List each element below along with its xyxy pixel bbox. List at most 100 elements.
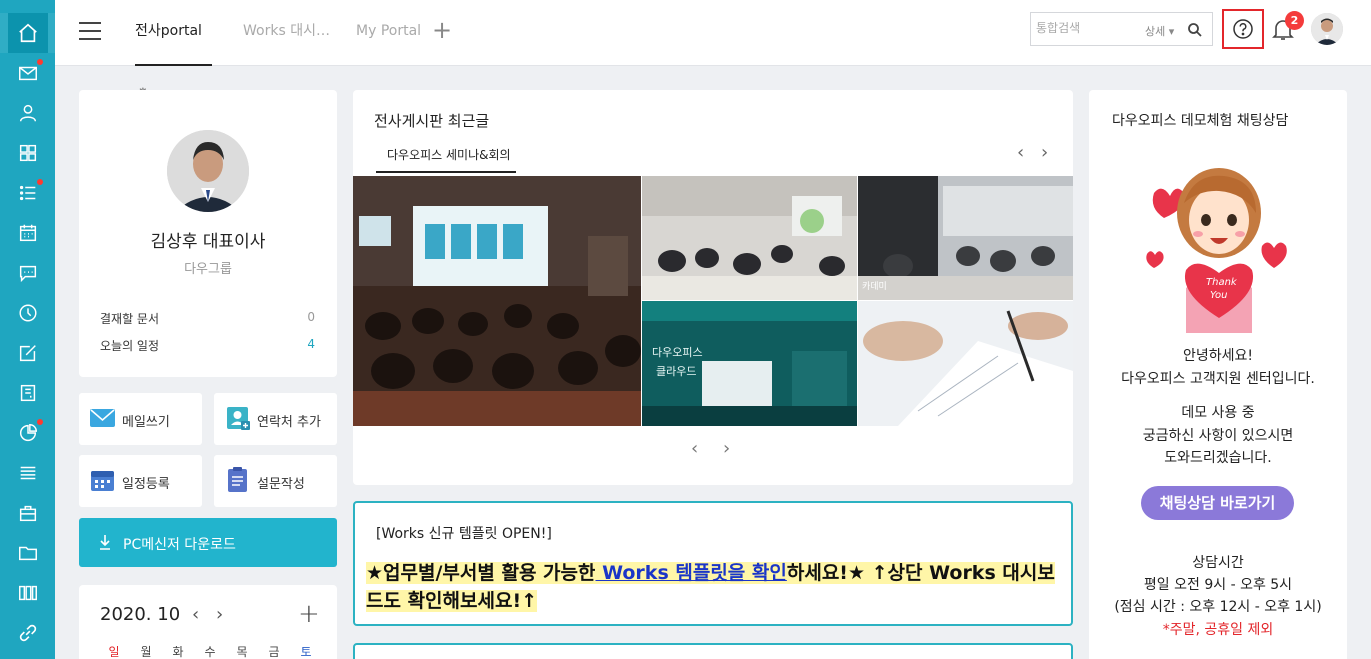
calendar-add-icon [91, 471, 114, 491]
illust-text: You [1210, 290, 1227, 301]
top-bar: 전사portal⚙ Works 대시… My Portal + 상세 ▾ 2 [55, 0, 1371, 101]
briefcase-icon [19, 505, 36, 522]
photo-caption: 클라우드 [656, 365, 696, 378]
weekday-wed: 수 [204, 645, 216, 659]
chat-icon [19, 265, 36, 283]
search-detail-dropdown[interactable]: 상세 ▾ [1145, 23, 1174, 39]
quick-mail-write-button[interactable]: 메일쓰기 [79, 393, 202, 445]
search-icon[interactable] [1187, 22, 1203, 38]
clock-icon [18, 304, 37, 322]
rail-link[interactable] [0, 613, 55, 653]
quick-calendar-add-button[interactable]: 일정등록 [79, 455, 202, 507]
menu-toggle-icon[interactable] [79, 22, 101, 42]
rail-home[interactable] [0, 13, 55, 53]
contact-add-icon [227, 407, 250, 430]
tab-my-portal[interactable]: My Portal [356, 0, 421, 66]
board-photo-academy[interactable]: 카데미 [858, 176, 1073, 300]
quick-label: 일정등록 [122, 477, 170, 492]
pc-messenger-label: PC메신저 다운로드 [123, 537, 236, 553]
rail-briefcase[interactable] [0, 493, 55, 533]
calendar-add-button[interactable]: + [298, 599, 320, 629]
board-photo-seminar[interactable] [353, 176, 641, 426]
mail-write-icon [90, 409, 115, 427]
stat-today-schedule[interactable]: 오늘의 일정 4 [100, 337, 315, 354]
global-search: 상세 ▾ [1030, 12, 1213, 46]
weekday-fri: 금 [268, 645, 280, 659]
stat-value: 0 [307, 310, 315, 324]
thank-you-illustration: Thank You [1144, 158, 1294, 333]
chat-message: 궁금하신 사항이 있으시면 [1142, 428, 1294, 444]
chat-greeting: 다우오피스 고객지원 센터입니다. [1121, 371, 1315, 387]
chat-hours-title: 상담시간 [1192, 555, 1244, 571]
quick-contact-add-button[interactable]: 연락처 추가 [214, 393, 337, 445]
tab-company-portal[interactable]: 전사portal⚙ [135, 0, 212, 101]
tab-label: My Portal [356, 23, 422, 39]
board-photo-meeting-room[interactable] [642, 176, 857, 300]
stat-label: 결재할 문서 [100, 312, 160, 326]
calendar-month-title: 2020. 10 [100, 604, 181, 625]
rail-mail[interactable] [0, 53, 55, 93]
profile-name: 김상후 대표이사 [150, 232, 266, 252]
tasks-unread-dot [37, 179, 43, 185]
edit-icon [19, 345, 36, 362]
rail-apps[interactable] [0, 133, 55, 173]
rail-folder[interactable] [0, 533, 55, 573]
company-board-card: 전사게시판 최근글 다우오피스 세미나&회의 ‹ › 카데미 다우오피스 클라우… [353, 90, 1073, 485]
notice-text: ★업무별/부서별 활용 가능한 [366, 562, 596, 584]
profile-org: 다우그룹 [184, 262, 232, 277]
chat-hours: 평일 오전 9시 - 오후 5시 [1143, 577, 1293, 593]
rail-board[interactable] [0, 453, 55, 493]
rail-approval[interactable] [0, 373, 55, 413]
board-next-page[interactable]: › [723, 438, 730, 459]
board-tab-seminar[interactable]: 다우오피스 세미나&회의 [376, 145, 516, 173]
chat-hours-note: *주말, 공휴일 제외 [1162, 622, 1274, 638]
tab-works-dashboard[interactable]: Works 대시… [243, 0, 330, 66]
board-prev-page[interactable]: ‹ [691, 438, 698, 459]
add-tab-button[interactable]: + [432, 18, 452, 42]
rail-tasks[interactable] [0, 173, 55, 213]
notice-body: ★업무별/부서별 활용 가능한 Works 템플릿을 확인하세요!★ ↑상단 W… [366, 559, 1056, 615]
quick-label: 설문작성 [257, 477, 305, 492]
chat-consult-button[interactable]: 채팅상담 바로가기 [1141, 486, 1294, 520]
board-photo-documents[interactable] [858, 301, 1073, 426]
board-title: 전사게시판 최근글 [374, 112, 490, 130]
illust-text: Thank [1206, 277, 1238, 288]
board-photo-exhibition[interactable]: 다우오피스 클라우드 [642, 301, 857, 426]
quick-survey-write-button[interactable]: 설문작성 [214, 455, 337, 507]
rail-columns[interactable] [0, 573, 55, 613]
user-avatar[interactable] [1311, 13, 1343, 45]
notification-count-badge: 2 [1285, 11, 1304, 30]
board-next-tab[interactable]: › [1041, 142, 1048, 163]
quick-label: 메일쓰기 [122, 415, 170, 430]
survey-icon [19, 424, 37, 442]
survey-write-icon [228, 467, 247, 492]
pc-messenger-download-button[interactable]: PC메신저 다운로드 [79, 518, 337, 567]
rail-clock[interactable] [0, 293, 55, 333]
works-template-link[interactable]: Works 템플릿을 확인 [595, 562, 787, 584]
profile-avatar [167, 130, 249, 212]
tab-label: 전사portal [135, 23, 202, 39]
notice-card: [Works 신규 템플릿 OPEN!] ★업무별/부서별 활용 가능한 Wor… [353, 501, 1073, 626]
notice-card-secondary [353, 643, 1073, 659]
help-button[interactable] [1222, 9, 1264, 49]
board-prev-tab[interactable]: ‹ [1017, 142, 1024, 163]
chat-greeting: 안녕하세요! [1182, 348, 1253, 364]
left-rail [0, 0, 55, 659]
photo-caption: 다우오피스 [652, 346, 703, 359]
search-input[interactable] [1036, 21, 1136, 35]
search-detail-label: 상세 [1145, 25, 1166, 38]
weekday-mon: 월 [140, 645, 152, 659]
mail-unread-dot [37, 59, 43, 65]
profile-card: 김상후 대표이사 다우그룹 결재할 문서 0 오늘의 일정 4 [79, 90, 337, 377]
rail-calendar[interactable] [0, 213, 55, 253]
calendar-prev-month[interactable]: ‹ [192, 604, 199, 625]
calendar-next-month[interactable]: › [216, 604, 223, 625]
task-list-icon [19, 185, 35, 201]
stat-pending-approvals[interactable]: 결재할 문서 0 [100, 310, 315, 327]
rail-edit[interactable] [0, 333, 55, 373]
board-icon [20, 466, 35, 480]
rail-chat[interactable] [0, 253, 55, 293]
stat-value: 4 [307, 337, 315, 351]
rail-survey[interactable] [0, 413, 55, 453]
rail-contacts[interactable] [0, 93, 55, 133]
